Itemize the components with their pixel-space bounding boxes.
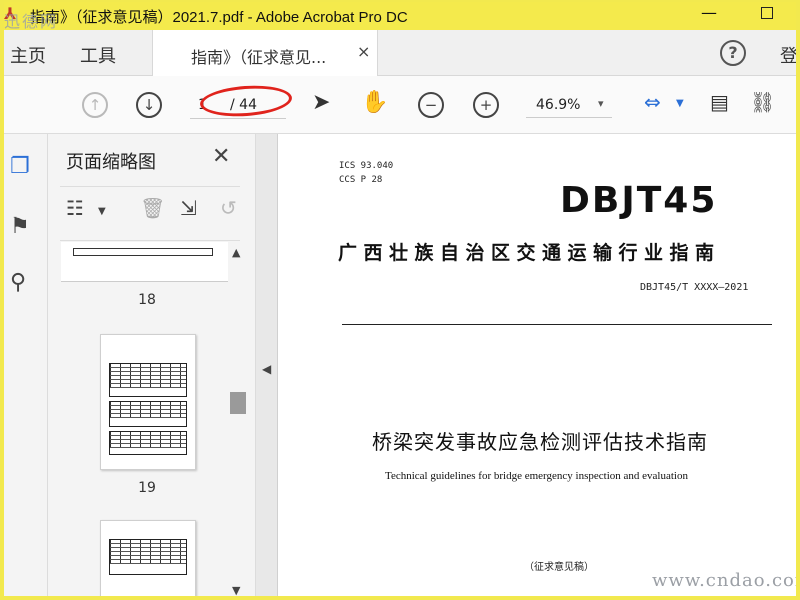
hand-tool-icon[interactable]: ✋ [361,90,388,115]
toolbar: ↑ ↓ 1 / 44 ➤ ✋ − + 46.9% ▾ ⇔ ▼ ▤ ⛓ [4,76,796,134]
attachment-icon[interactable]: ⚲ [10,270,26,295]
document-title-english: Technical guidelines for bridge emergenc… [385,470,688,482]
thumbnail-label-18: 18 [138,292,156,308]
minimize-button[interactable]: — [697,3,721,25]
thumbnail-table [109,539,187,575]
zoom-dropdown[interactable]: 46.9% ▾ [526,92,612,118]
trash-icon[interactable]: 🗑 [140,196,165,220]
zoom-value: 46.9% [536,97,581,113]
thumbnail-list[interactable]: 18 19 [56,242,228,598]
maximize-button[interactable] [755,3,779,25]
fit-page-icon[interactable]: ⇔ [644,90,661,114]
panel-title: 页面缩略图 [66,152,156,173]
undo-icon[interactable]: ↺ [220,196,237,220]
document-title-chinese: 桥梁突发事故应急检测评估技术指南 [372,430,708,454]
window-title: 指南》（征求意见稿）2021.7.pdf - Adobe Acrobat Pro… [30,9,408,26]
divider [60,186,240,187]
select-pointer-icon[interactable]: ➤ [312,90,330,115]
page-thumbnail-19[interactable] [100,334,196,470]
tab-tools[interactable]: 工具 [80,42,116,68]
share-link-icon[interactable]: ⛓ [750,90,775,114]
standard-code-logo: DBJT45 [560,180,718,221]
close-panel-icon[interactable]: ✕ [212,144,230,169]
watermark-top-left: 迅德网 [4,12,59,31]
thumbnail-label-19: 19 [138,480,156,496]
page-thumbnail-20[interactable] [100,520,196,598]
zoom-in-icon[interactable]: + [473,92,499,118]
tab-document-label: 指南》（征求意见... [191,48,327,67]
horizontal-rule [342,324,772,325]
page-thumbnail-17[interactable] [61,242,228,282]
scroll-up-icon[interactable]: ▲ [232,246,240,259]
extract-pages-icon[interactable]: ⇲ [180,196,197,220]
close-tab-icon[interactable]: × [357,42,370,61]
page-thumbnails-panel: 页面缩略图 ✕ ☷ ▼ 🗑 ⇲ ↺ 18 19 ▲ ▼ [48,134,256,598]
tab-home[interactable]: 主页 [10,42,46,68]
ccs-code: CCS P 28 [339,175,383,185]
help-icon[interactable]: ? [720,40,746,66]
thumbnail-table [109,363,187,397]
tab-document[interactable]: 指南》（征求意见... × [152,30,378,76]
previous-page-icon[interactable]: ↑ [82,92,108,118]
scrolling-mode-icon[interactable]: ▤ [710,90,729,114]
scroll-down-icon[interactable]: ▼ [232,584,240,597]
title-bar: ⅄ 指南》（征求意见稿）2021.7.pdf - Adobe Acrobat P… [0,0,800,30]
document-view[interactable]: ICS 93.040 CCS P 28 DBJT45 广西壮族自治区交通运输行业… [278,134,796,598]
zoom-out-icon[interactable]: − [418,92,444,118]
thumbnail-options-icon[interactable]: ☷ [66,196,84,220]
scroll-thumb[interactable] [230,392,246,414]
collapse-left-icon[interactable]: ◀ [262,362,271,376]
thumbnail-content [73,248,213,256]
thumbnail-scrollbar[interactable]: ▲ ▼ [228,242,246,598]
tab-bar: 主页 工具 指南》（征求意见... × ? 登 [4,30,798,76]
draft-note: （征求意见稿） [524,562,594,573]
issuing-organization: 广西壮族自治区交通运输行业指南 [338,242,721,264]
divider [60,240,240,241]
chevron-down-icon: ▾ [598,97,604,110]
left-navigation-rail: ❐ ⚑ ⚲ [4,134,48,598]
ics-code: ICS 93.040 [339,161,394,171]
fit-caret-icon[interactable]: ▼ [676,98,684,109]
sign-in-button[interactable]: 登 [780,42,798,68]
chevron-down-icon[interactable]: ▼ [98,206,106,217]
thumbnail-table [109,401,187,427]
standard-number: DBJT45/T XXXX—2021 [640,282,749,293]
panel-collapse-strip[interactable]: ◀ [256,134,278,598]
next-page-icon[interactable]: ↓ [136,92,162,118]
watermark-bottom-right: www.cndao.com [652,570,800,591]
bookmark-icon[interactable]: ⚑ [10,214,30,239]
page-thumbnails-icon[interactable]: ❐ [10,154,30,179]
thumbnail-table [109,431,187,455]
